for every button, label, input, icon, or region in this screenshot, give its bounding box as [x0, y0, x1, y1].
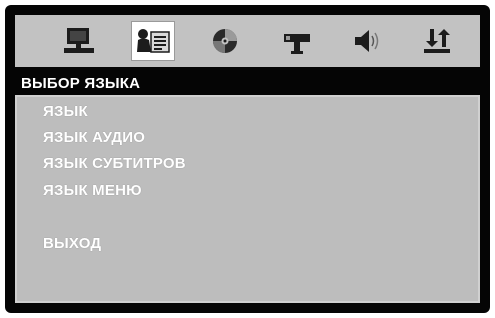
- tab-preferences[interactable]: [415, 21, 459, 61]
- osd-screen: ВЫБОР ЯЗЫКА ЯЗЫК ЯЗЫК АУДИО ЯЗЫК СУБТИТР…: [5, 5, 490, 313]
- language-settings-icon: [137, 29, 170, 53]
- tab-video[interactable]: [275, 21, 319, 61]
- settings-icon-bar: [15, 15, 480, 67]
- menu-title: ВЫБОР ЯЗЫКА: [21, 75, 141, 92]
- menu-item-subtitle-language[interactable]: ЯЗЫК СУБТИТРОВ: [43, 155, 186, 172]
- speaker-icon: [355, 30, 379, 52]
- menu-item-audio-language[interactable]: ЯЗЫК АУДИО: [43, 129, 145, 146]
- tab-disc[interactable]: [203, 21, 247, 61]
- tab-language[interactable]: [131, 21, 175, 61]
- disc-icon: [213, 29, 237, 53]
- tab-general[interactable]: [57, 21, 101, 61]
- menu-item-language[interactable]: ЯЗЫК: [43, 103, 88, 120]
- menu-panel: ЯЗЫК ЯЗЫК АУДИО ЯЗЫК СУБТИТРОВ ЯЗЫК МЕНЮ…: [15, 95, 480, 303]
- preferences-icon: [424, 29, 450, 53]
- menu-item-menu-language[interactable]: ЯЗЫК МЕНЮ: [43, 182, 142, 199]
- monitor-icon: [64, 28, 94, 53]
- menu-item-exit[interactable]: ВЫХОД: [43, 235, 101, 252]
- tab-audio[interactable]: [345, 21, 389, 61]
- video-settings-icon: [284, 34, 310, 54]
